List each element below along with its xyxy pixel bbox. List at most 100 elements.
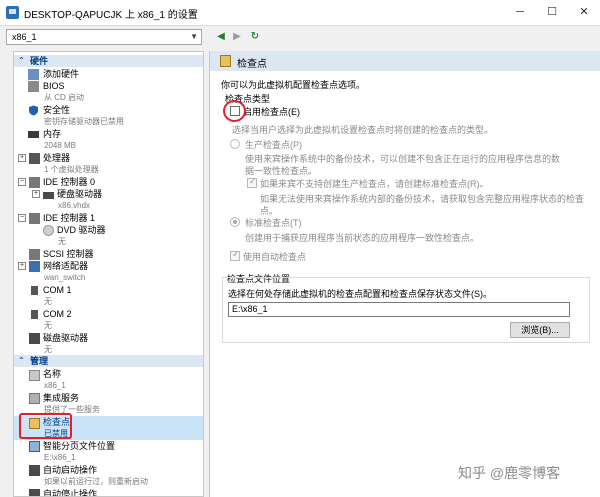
sidebar-item-com1[interactable]: COM 1 [43, 284, 72, 296]
integration-services-icon [29, 393, 40, 404]
hard-drive-icon [43, 192, 54, 199]
vm-select-value: x86_1 [12, 32, 37, 42]
com-port-icon [31, 310, 38, 319]
sidebar-item-name[interactable]: 名称 [43, 368, 61, 380]
highlight-circle [223, 100, 246, 122]
panel-title: 检查点 [237, 59, 267, 70]
auto-stop-icon [29, 489, 40, 496]
expand-icon[interactable]: + [18, 154, 26, 162]
standard-checkpoint-radio[interactable] [230, 217, 240, 227]
toolbar: x86_1 ▼ ◀ ▶ ↻ [0, 26, 600, 46]
sidebar-item-processor[interactable]: 处理器 [43, 152, 70, 164]
sidebar-item-bios-detail: 从 CD 启动 [44, 93, 84, 102]
com-port-icon [31, 286, 38, 295]
sidebar-item-hard-drive-detail: x86.vhdx [58, 201, 91, 210]
app-icon [6, 6, 19, 19]
standard-desc: 创建用于捕获应用程序当前状态的应用程序一致性检查点。 [245, 233, 480, 243]
intro-text: 你可以为此虚拟机配置检查点选项。 [221, 80, 366, 90]
sidebar-item-auto-stop[interactable]: 自动停止操作 [43, 488, 97, 496]
management-section-header[interactable]: ⌃ 管理 [14, 355, 203, 367]
chevron-down-icon: ▼ [190, 32, 198, 41]
sidebar-item-disk-drive[interactable]: 磁盘驱动器 [43, 332, 88, 344]
checkpoint-settings-panel: 检查点 你可以为此虚拟机配置检查点选项。 检查点类型 启用检查点(E) 选择当用… [209, 51, 600, 497]
sidebar-item-com2-detail: 无 [44, 321, 52, 330]
network-adapter-icon [29, 261, 40, 272]
add-hardware-icon [28, 69, 39, 80]
fallback-standard-checkbox[interactable]: ✓ [247, 176, 257, 188]
maximize-button[interactable]: ☐ [536, 0, 568, 24]
sidebar-item-com2[interactable]: COM 2 [43, 308, 72, 320]
expand-icon[interactable]: + [32, 190, 40, 198]
sidebar-item-network-detail: wan_switch [44, 273, 86, 282]
sidebar-item-security[interactable]: 安全性 [43, 104, 70, 116]
sidebar-item-memory[interactable]: 内存 [43, 128, 61, 140]
paging-file-icon [29, 441, 40, 452]
sidebar-item-name-detail: x86_1 [44, 381, 66, 390]
sidebar-item-disk-drive-detail: 无 [44, 345, 52, 354]
disk-drive-icon [29, 333, 40, 344]
ide-controller-icon [29, 213, 40, 224]
settings-tree: ⌃ 硬件 添加硬件 BIOS 从 CD 启动 安全性 密钥存储驱动器已禁用 内存… [13, 51, 204, 497]
auto-start-icon [29, 465, 40, 476]
sidebar-item-integration[interactable]: 集成服务 [43, 392, 79, 404]
sidebar-item-memory-detail: 2048 MB [44, 141, 77, 150]
auto-checkpoint-checkbox[interactable]: ✓ [230, 249, 240, 261]
sidebar-item-paging-detail: E:\x86_1 [44, 453, 76, 462]
scsi-controller-icon [29, 249, 40, 260]
checkmark-icon: ✓ [232, 249, 240, 259]
minimize-button[interactable]: ─ [504, 0, 536, 24]
refresh-icon[interactable]: ↻ [248, 30, 262, 44]
sidebar-item-bios[interactable]: BIOS [43, 80, 65, 92]
location-desc: 选择在何处存储此虚拟机的检查点配置和检查点保存状态文件(S)。 [228, 289, 492, 299]
shield-icon [28, 105, 39, 116]
sidebar-item-paging[interactable]: 智能分页文件位置 [43, 440, 115, 452]
vm-select[interactable]: x86_1 ▼ [6, 29, 202, 45]
watermark: 知乎 @鹿零博客 [458, 465, 561, 481]
bios-icon [28, 81, 39, 92]
sidebar-item-add-hardware[interactable]: 添加硬件 [43, 68, 79, 80]
fallback-desc-line1: 如果无法使用来宾操作系统内部的备份技术，请获取包含完整应用程序状态的检查 [260, 194, 585, 204]
sidebar-item-auto-start[interactable]: 自动启动操作 [43, 464, 97, 476]
sidebar-item-security-detail: 密钥存储驱动器已禁用 [44, 117, 124, 126]
sidebar-item-dvd[interactable]: DVD 驱动器 [57, 224, 106, 236]
title-bar: DESKTOP-QAPUCJK 上 x86_1 的设置 ─ ☐ ✕ [0, 0, 600, 26]
auto-checkpoint-label[interactable]: 使用自动检查点 [243, 250, 306, 263]
collapse-icon[interactable]: − [18, 178, 26, 186]
sidebar-item-processor-detail: 1 个虚拟处理器 [44, 165, 99, 174]
name-icon [29, 370, 40, 381]
sidebar-item-auto-start-detail: 如果以前运行过，则重新启动 [44, 477, 148, 486]
window-title: DESKTOP-QAPUCJK 上 x86_1 的设置 [24, 10, 198, 21]
sidebar-item-network[interactable]: 网络适配器 [43, 260, 88, 272]
sidebar-item-ide0[interactable]: IDE 控制器 0 [43, 176, 95, 188]
collapse-icon: ⌃ [18, 356, 25, 365]
sidebar-item-hard-drive[interactable]: 硬盘驱动器 [57, 188, 102, 200]
panel-header: 检查点 [210, 51, 600, 71]
choose-type-desc: 选择当用户选择为此虚拟机设置检查点时将创建的检查点的类型。 [232, 125, 494, 135]
back-icon[interactable]: ◀ [214, 30, 228, 44]
fallback-standard-label[interactable]: 如果来宾不支持创建生产检查点，请创建标准检查点(R)。 [260, 177, 489, 190]
checkpoint-icon [220, 55, 231, 67]
dvd-icon [43, 225, 54, 236]
sidebar-item-dvd-detail: 无 [58, 237, 66, 246]
production-checkpoint-radio[interactable] [230, 139, 240, 149]
close-button[interactable]: ✕ [568, 0, 600, 24]
standard-checkpoint-label[interactable]: 标准检查点(T) [245, 216, 302, 229]
browse-button[interactable]: 浏览(B)... [510, 322, 570, 338]
sidebar-item-scsi[interactable]: SCSI 控制器 [43, 248, 94, 260]
forward-icon[interactable]: ▶ [230, 30, 244, 44]
enable-checkpoints-label[interactable]: 启用检查点(E) [243, 105, 300, 118]
production-checkpoint-label[interactable]: 生产检查点(P) [245, 138, 302, 151]
memory-icon [28, 131, 39, 138]
collapse-icon[interactable]: − [18, 214, 26, 222]
highlight-box [19, 413, 72, 439]
checkmark-icon: ✓ [249, 176, 257, 186]
collapse-icon: ⌃ [18, 56, 25, 65]
sidebar-item-ide1[interactable]: IDE 控制器 1 [43, 212, 95, 224]
ide-controller-icon [29, 177, 40, 188]
processor-icon [29, 153, 40, 164]
sidebar-item-com1-detail: 无 [44, 297, 52, 306]
expand-icon[interactable]: + [18, 262, 26, 270]
radio-selected-dot [233, 220, 237, 224]
hardware-section-header[interactable]: ⌃ 硬件 [14, 55, 203, 67]
location-path-input[interactable]: E:\x86_1 [228, 302, 570, 317]
